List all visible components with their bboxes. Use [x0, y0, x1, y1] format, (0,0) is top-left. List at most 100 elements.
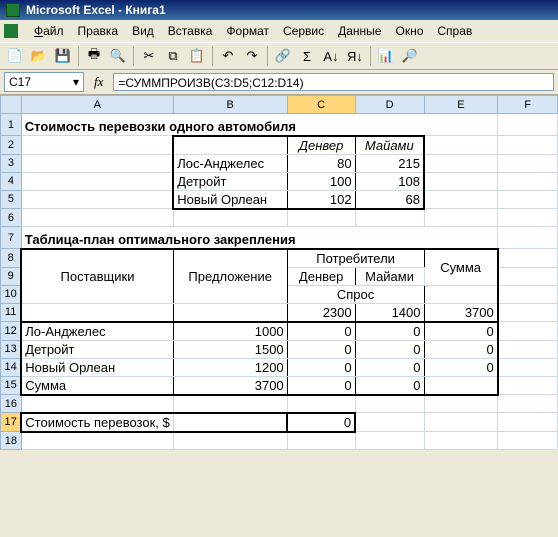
t2-r3-s[interactable]: 0 — [424, 358, 498, 376]
row-3[interactable]: 3 — [1, 154, 22, 172]
t2-r4-d[interactable]: 0 — [287, 376, 355, 395]
name-box[interactable]: C17 ▾ — [4, 72, 84, 92]
cell[interactable] — [498, 172, 558, 190]
t2-dem-sum[interactable]: 3700 — [424, 303, 498, 322]
cell[interactable] — [21, 154, 173, 172]
menu-tools[interactable]: Сервис — [277, 22, 330, 40]
t2-miami[interactable]: Майами — [355, 267, 424, 285]
save-icon[interactable]: 💾 — [52, 45, 74, 67]
row-17[interactable]: 17 — [1, 413, 22, 432]
row-18[interactable]: 18 — [1, 432, 22, 450]
t2-suppliers[interactable]: Поставщики — [21, 249, 173, 304]
t2-sum[interactable]: Сумма — [424, 249, 498, 286]
t2-r1-s[interactable]: 0 — [424, 322, 498, 341]
menu-data[interactable]: Данные — [332, 22, 387, 40]
cut-icon[interactable]: ✂ — [138, 45, 160, 67]
sum-icon[interactable]: Σ — [296, 45, 318, 67]
t2-r2-m[interactable]: 0 — [355, 340, 424, 358]
t2-demand[interactable]: Спрос — [287, 285, 424, 303]
new-icon[interactable]: 📄 — [4, 45, 26, 67]
t2-r1-offer[interactable]: 1000 — [173, 322, 287, 341]
sort-desc-icon[interactable]: Я↓ — [344, 45, 366, 67]
cell[interactable] — [498, 114, 558, 136]
cell[interactable] — [21, 172, 173, 190]
chart-icon[interactable]: 📊 — [375, 45, 397, 67]
cell[interactable] — [498, 136, 558, 155]
t1-miami[interactable]: Майами — [355, 136, 424, 155]
t1-r2-m[interactable]: 108 — [355, 172, 424, 190]
row-4[interactable]: 4 — [1, 172, 22, 190]
col-F[interactable]: F — [498, 96, 558, 114]
t2-r2-city[interactable]: Детройт — [21, 340, 173, 358]
row-12[interactable]: 12 — [1, 322, 22, 341]
cell[interactable] — [424, 154, 498, 172]
fx-icon[interactable]: fx — [88, 74, 109, 90]
cost-label[interactable]: Стоимость перевозок, $ — [21, 413, 173, 432]
paste-icon[interactable]: 📋 — [186, 45, 208, 67]
t1-r1-m[interactable]: 215 — [355, 154, 424, 172]
heading-1[interactable]: Стоимость перевозки одного автомобиля — [21, 114, 497, 136]
preview-icon[interactable]: 🔍 — [107, 45, 129, 67]
col-C[interactable]: C — [287, 96, 355, 114]
row-5[interactable]: 5 — [1, 190, 22, 209]
t2-r3-d[interactable]: 0 — [287, 358, 355, 376]
t1-denver[interactable]: Денвер — [287, 136, 355, 155]
row-14[interactable]: 14 — [1, 358, 22, 376]
t2-dem-m[interactable]: 1400 — [355, 303, 424, 322]
row-10[interactable]: 10 — [1, 285, 22, 303]
t2-r1-city[interactable]: Ло-Анджелес — [21, 322, 173, 341]
t2-r2-d[interactable]: 0 — [287, 340, 355, 358]
grid[interactable]: A B C D E F 1 Стоимость перевозки одного… — [0, 95, 558, 450]
cell[interactable] — [21, 190, 173, 209]
t2-r3-m[interactable]: 0 — [355, 358, 424, 376]
row-13[interactable]: 13 — [1, 340, 22, 358]
row-11[interactable]: 11 — [1, 303, 22, 322]
t2-r4-offer[interactable]: 3700 — [173, 376, 287, 395]
t1-city-1[interactable]: Лос-Анджелес — [173, 154, 287, 172]
t1-r3-d[interactable]: 102 — [287, 190, 355, 209]
col-E[interactable]: E — [424, 96, 498, 114]
cell[interactable] — [21, 136, 173, 155]
cell[interactable] — [424, 376, 498, 395]
cell[interactable] — [498, 154, 558, 172]
cell[interactable] — [424, 190, 498, 209]
t1-r3-m[interactable]: 68 — [355, 190, 424, 209]
cell[interactable] — [173, 136, 287, 155]
t2-offer[interactable]: Предложение — [173, 249, 287, 304]
t2-r4-city[interactable]: Сумма — [21, 376, 173, 395]
t1-city-3[interactable]: Новый Орлеан — [173, 190, 287, 209]
t1-city-2[interactable]: Детройт — [173, 172, 287, 190]
chevron-down-icon[interactable]: ▾ — [73, 75, 79, 89]
row-7[interactable]: 7 — [1, 227, 22, 249]
menu-format[interactable]: Формат — [220, 22, 275, 40]
row-8[interactable]: 8 — [1, 249, 22, 268]
t1-r2-d[interactable]: 100 — [287, 172, 355, 190]
t2-r1-d[interactable]: 0 — [287, 322, 355, 341]
row-2[interactable]: 2 — [1, 136, 22, 155]
cost-value[interactable]: 0 — [287, 413, 355, 432]
cell[interactable] — [424, 172, 498, 190]
cell[interactable] — [498, 190, 558, 209]
t2-dem-d[interactable]: 2300 — [287, 303, 355, 322]
t2-r2-offer[interactable]: 1500 — [173, 340, 287, 358]
menu-file[interactable]: Файл — [28, 22, 70, 40]
t2-denver[interactable]: Денвер — [287, 267, 355, 285]
menu-help[interactable]: Справ — [431, 22, 478, 40]
formula-bar[interactable]: =СУММПРОИЗВ(C3:D5;C12:D14) — [113, 73, 554, 91]
cell[interactable] — [424, 136, 498, 155]
row-6[interactable]: 6 — [1, 209, 22, 227]
col-D[interactable]: D — [355, 96, 424, 114]
zoom-icon[interactable]: 🔎 — [399, 45, 421, 67]
link-icon[interactable]: 🔗 — [272, 45, 294, 67]
heading-2[interactable]: Таблица-план оптимального закрепления — [21, 227, 497, 249]
t2-r4-m[interactable]: 0 — [355, 376, 424, 395]
col-B[interactable]: B — [173, 96, 287, 114]
sort-asc-icon[interactable]: A↓ — [320, 45, 342, 67]
copy-icon[interactable]: ⧉ — [162, 45, 184, 67]
menu-insert[interactable]: Вставка — [162, 22, 219, 40]
t2-r1-m[interactable]: 0 — [355, 322, 424, 341]
cell[interactable] — [21, 209, 173, 227]
row-1[interactable]: 1 — [1, 114, 22, 136]
open-icon[interactable]: 📂 — [28, 45, 50, 67]
t2-r3-city[interactable]: Новый Орлеан — [21, 358, 173, 376]
